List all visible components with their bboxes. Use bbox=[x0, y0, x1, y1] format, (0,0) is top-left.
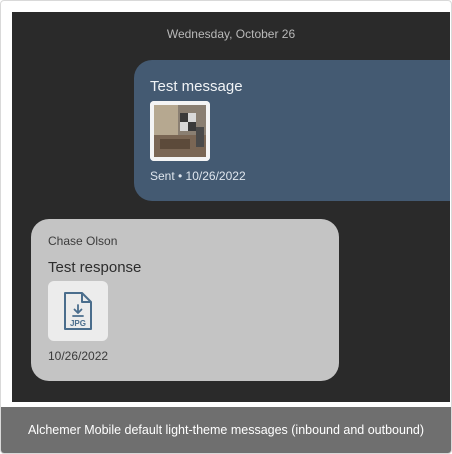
file-attachment-tile[interactable]: JPG bbox=[48, 281, 108, 341]
inbound-message-text: Test response bbox=[48, 259, 142, 276]
outbound-message-text: Test message bbox=[150, 78, 243, 95]
outbound-status: Sent • 10/26/2022 bbox=[150, 169, 246, 183]
outbound-message-bubble[interactable]: Test message Sent • 10/26/2022 bbox=[134, 60, 450, 201]
screenshot-frame: Wednesday, October 26 Test message Sent bbox=[0, 0, 452, 454]
message-thread: Wednesday, October 26 Test message Sent bbox=[12, 12, 450, 402]
inbound-timestamp: 10/26/2022 bbox=[48, 349, 109, 363]
sender-name: Chase Olson bbox=[48, 234, 118, 248]
file-type-label: JPG bbox=[70, 319, 86, 328]
caption-text: Alchemer Mobile default light-theme mess… bbox=[27, 423, 425, 437]
date-header: Wednesday, October 26 bbox=[166, 27, 296, 41]
room-photo-icon bbox=[150, 101, 210, 161]
jpg-file-download-icon: JPG bbox=[64, 292, 92, 330]
image-caption: Alchemer Mobile default light-theme mess… bbox=[1, 407, 451, 453]
image-attachment-thumbnail[interactable] bbox=[150, 101, 210, 161]
inbound-message-bubble[interactable]: Chase Olson Test response JPG 10/26/2022 bbox=[31, 219, 339, 381]
